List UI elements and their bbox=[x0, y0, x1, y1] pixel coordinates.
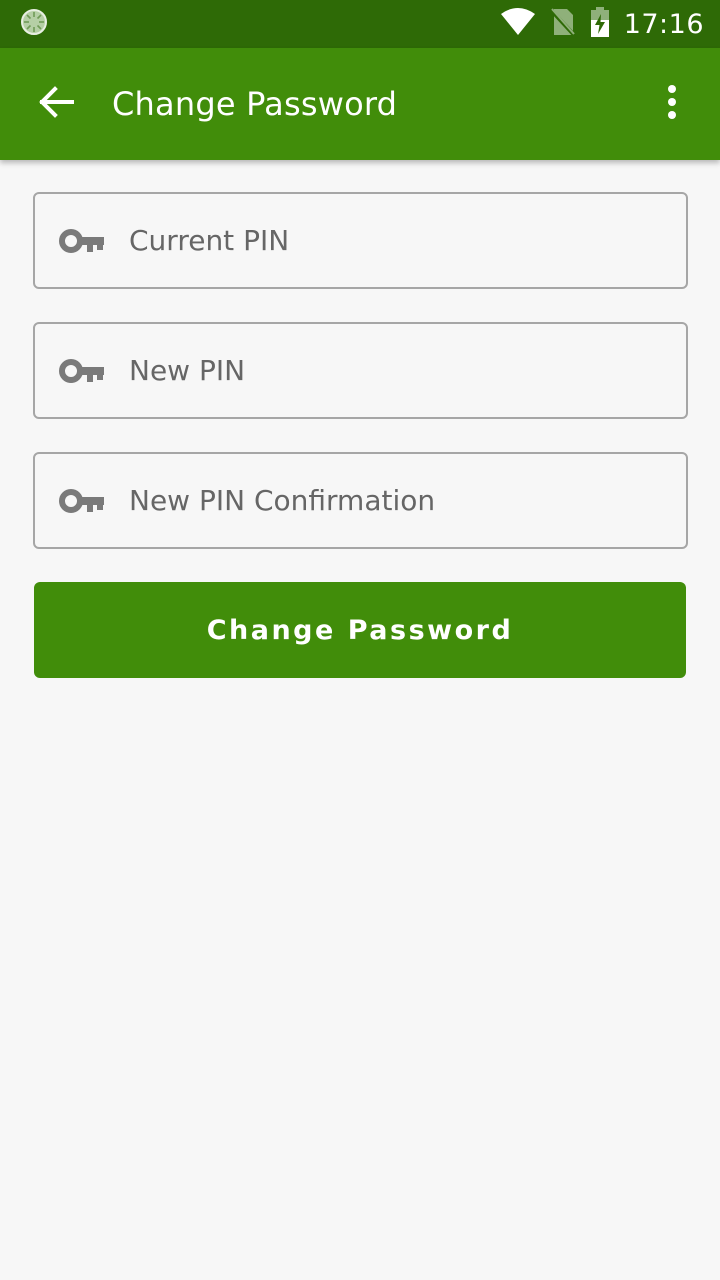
key-icon bbox=[35, 454, 129, 547]
status-time: 17:16 bbox=[623, 8, 704, 40]
wifi-icon bbox=[500, 8, 536, 40]
new-pin-field[interactable] bbox=[33, 322, 688, 419]
app-bar: Change Password bbox=[0, 48, 720, 160]
new-pin-confirmation-field[interactable] bbox=[33, 452, 688, 549]
overflow-menu-button[interactable] bbox=[624, 48, 720, 160]
arrow-back-icon bbox=[38, 86, 74, 122]
sync-indicator-icon bbox=[20, 8, 48, 40]
current-pin-input[interactable] bbox=[129, 194, 686, 287]
battery-charging-icon bbox=[590, 7, 610, 41]
more-vert-icon bbox=[667, 84, 677, 124]
status-bar: 17:16 bbox=[0, 0, 720, 48]
current-pin-field[interactable] bbox=[33, 192, 688, 289]
page-title: Change Password bbox=[112, 85, 398, 123]
key-icon bbox=[35, 324, 129, 417]
new-pin-confirmation-input[interactable] bbox=[129, 454, 686, 547]
key-icon bbox=[35, 194, 129, 287]
back-button[interactable] bbox=[0, 48, 112, 160]
no-sim-icon bbox=[549, 7, 577, 41]
new-pin-input[interactable] bbox=[129, 324, 686, 417]
change-password-button[interactable]: Change Password bbox=[34, 582, 686, 678]
